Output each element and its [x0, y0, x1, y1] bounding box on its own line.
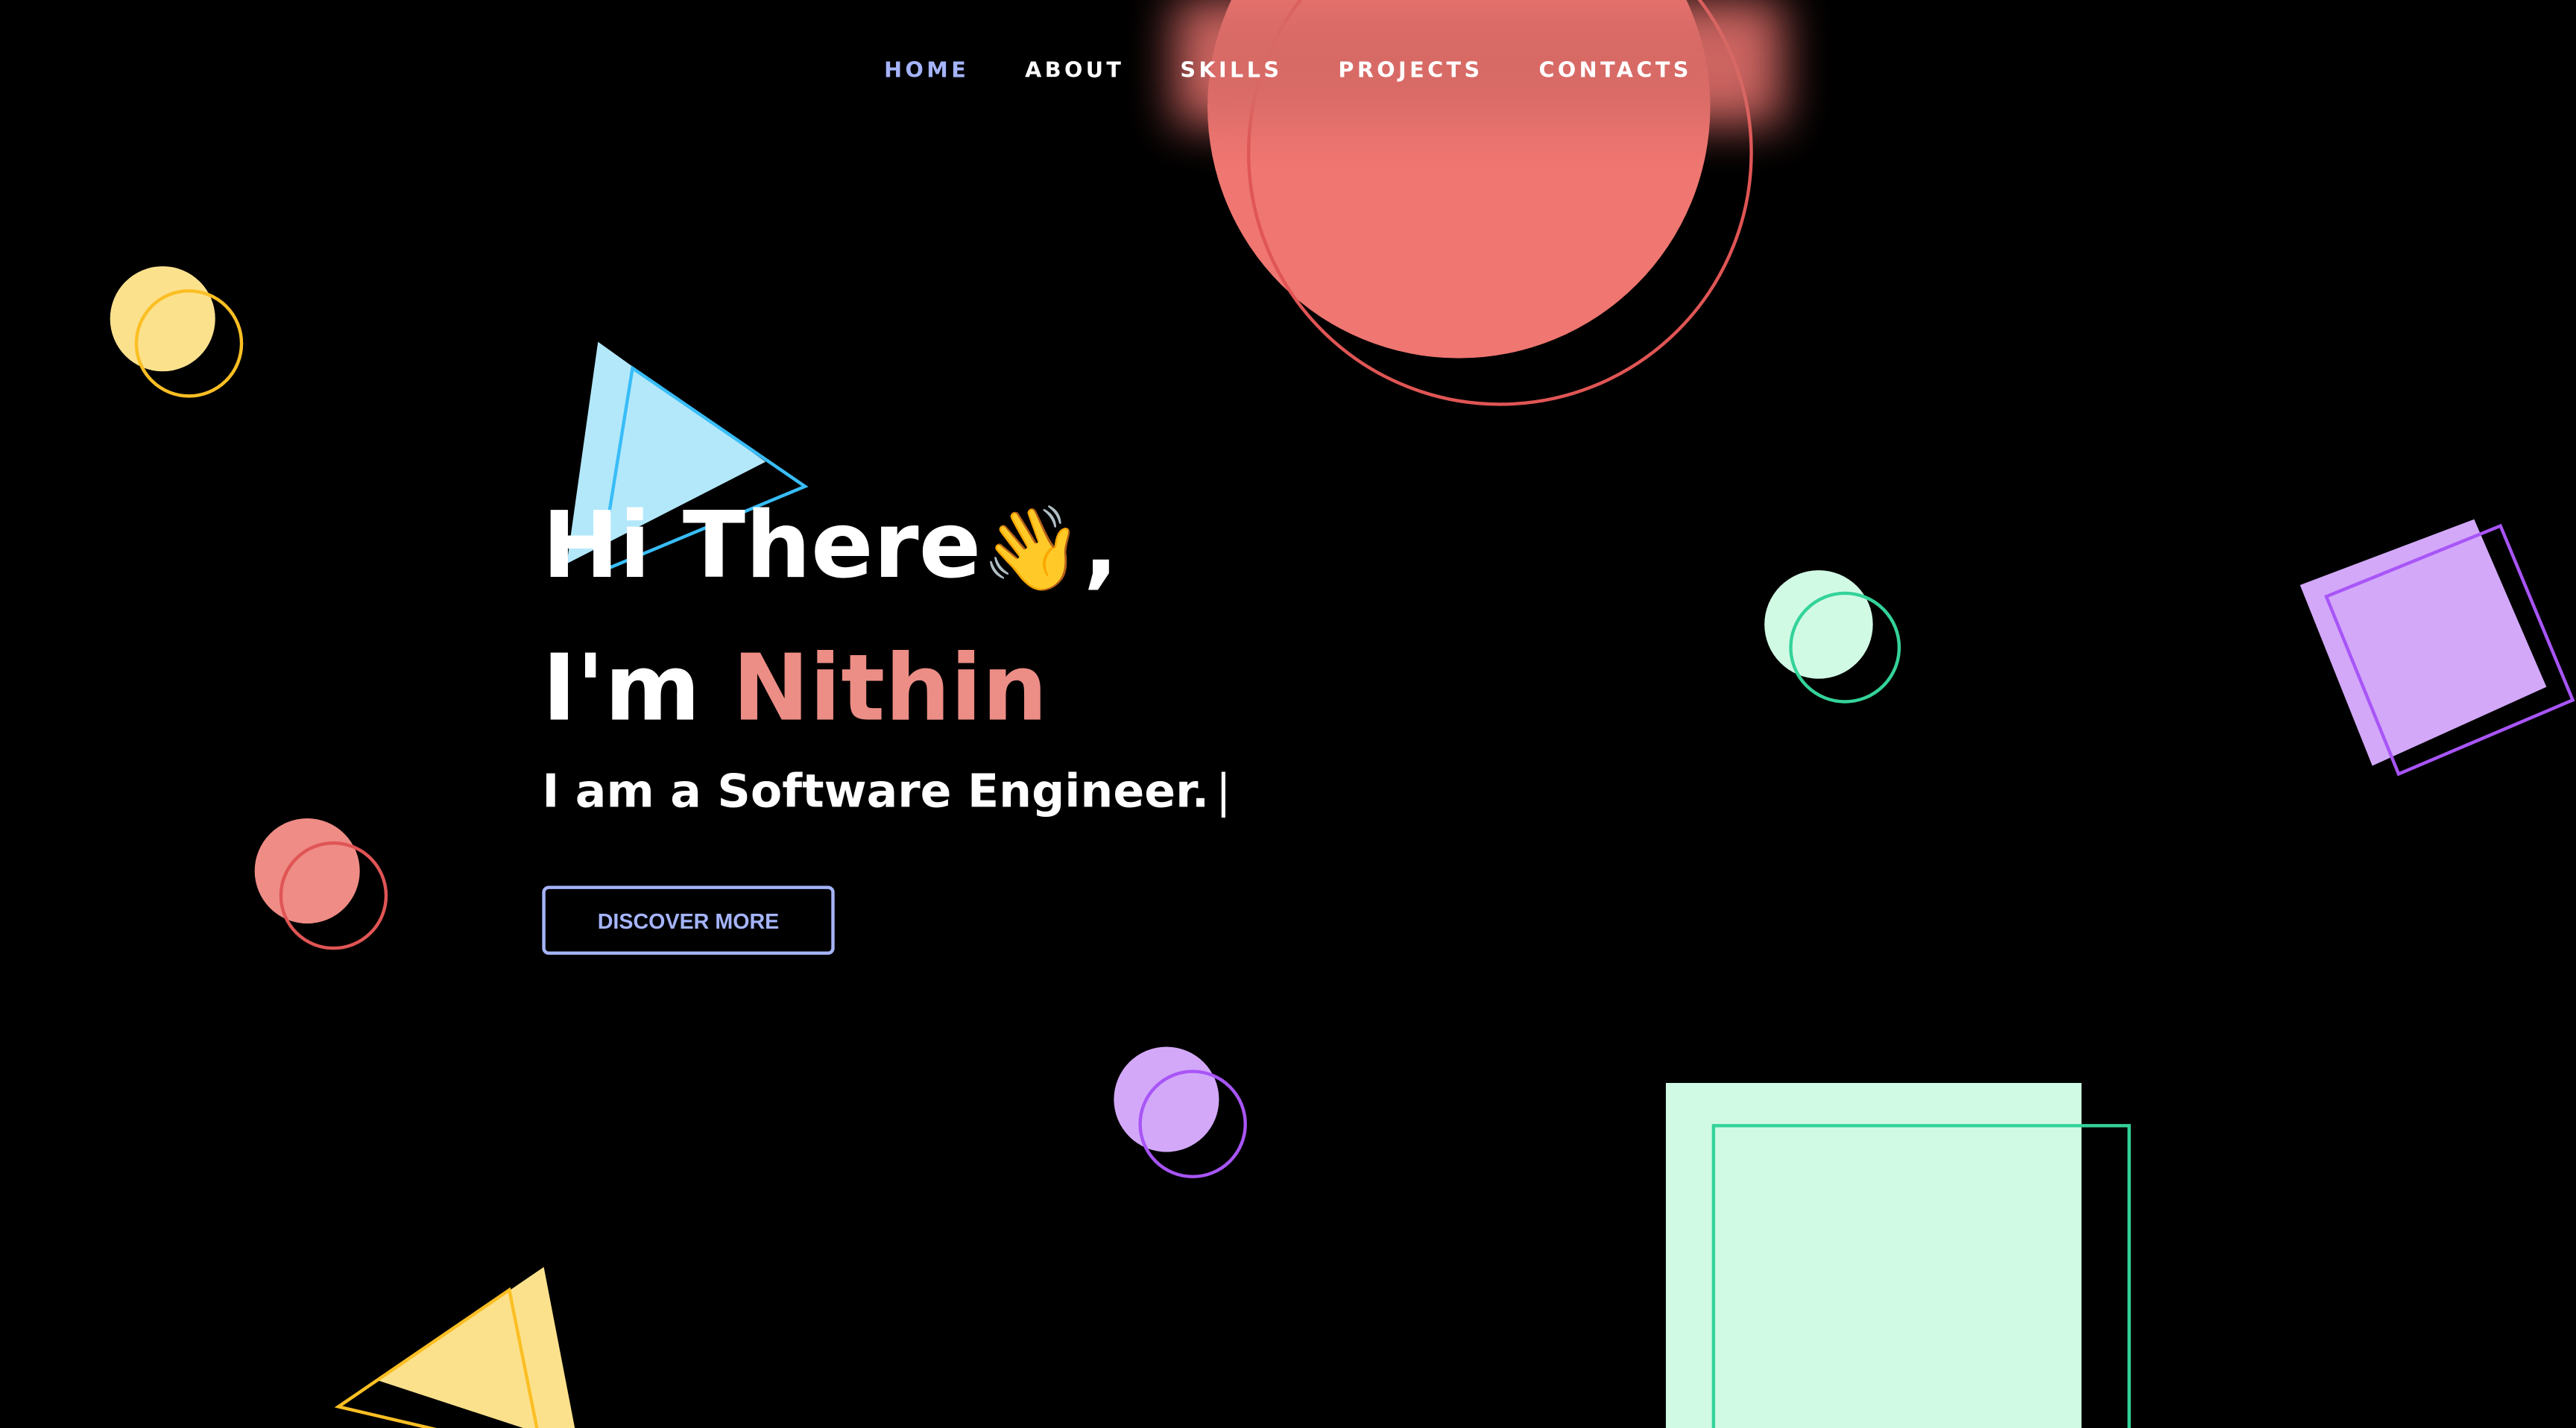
hero-name: Nithin — [732, 636, 1048, 743]
typing-cursor: | — [1215, 764, 1231, 819]
hero-tagline: I am a Software Engineer. | — [542, 764, 1231, 818]
discover-more-button[interactable]: DISCOVER MORE — [542, 885, 835, 955]
nav-item-projects[interactable]: PROJECTS — [1338, 59, 1483, 83]
nav-item-home[interactable]: HOME — [884, 59, 969, 83]
yellow-triangle — [377, 1266, 575, 1428]
mint-square — [1665, 1083, 2082, 1428]
waving-hand-icon: 👋 — [981, 501, 1084, 597]
tagline-text: I am a Software Engineer. — [542, 764, 1210, 819]
intro-prefix: I'm — [542, 636, 733, 743]
background-shapes — [110, 0, 2575, 1428]
nav-item-skills[interactable]: SKILLS — [1180, 59, 1282, 83]
greeting-text: Hi There — [542, 493, 982, 600]
main-nav: HOME ABOUT SKILLS PROJECTS CONTACTS — [0, 59, 2576, 83]
hero-greeting: Hi There👋, — [542, 476, 1231, 619]
nav-item-contacts[interactable]: CONTACTS — [1538, 59, 1691, 83]
coral-small-circle — [254, 818, 360, 924]
greeting-suffix: , — [1083, 493, 1119, 600]
nav-item-about[interactable]: ABOUT — [1025, 59, 1124, 83]
hero-intro: I'm Nithin — [542, 619, 1231, 761]
hero-section: Hi There👋, I'm Nithin I am a Software En… — [542, 476, 1231, 818]
yellow-circle — [110, 266, 215, 372]
page: HOME ABOUT SKILLS PROJECTS CONTACTS Hi T… — [0, 0, 2576, 1428]
mint-circle — [1764, 570, 1873, 679]
violet-circle — [1114, 1046, 1219, 1152]
